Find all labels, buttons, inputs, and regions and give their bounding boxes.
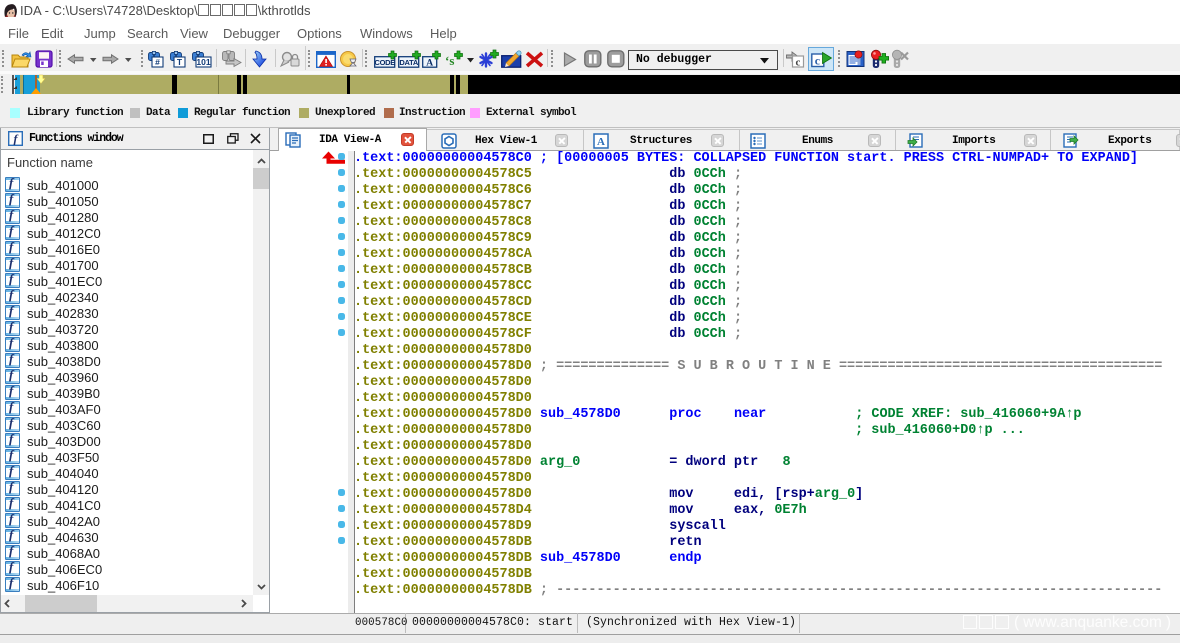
svg-text:#: #	[155, 57, 160, 67]
svg-text:101: 101	[196, 57, 210, 67]
svg-text:T: T	[177, 57, 183, 67]
svg-text:c: c	[796, 57, 801, 69]
svg-text:c: c	[815, 54, 821, 68]
svg-text:‘s: ‘s	[445, 53, 454, 68]
svg-text:A: A	[597, 136, 605, 148]
svg-text:A: A	[426, 59, 433, 69]
